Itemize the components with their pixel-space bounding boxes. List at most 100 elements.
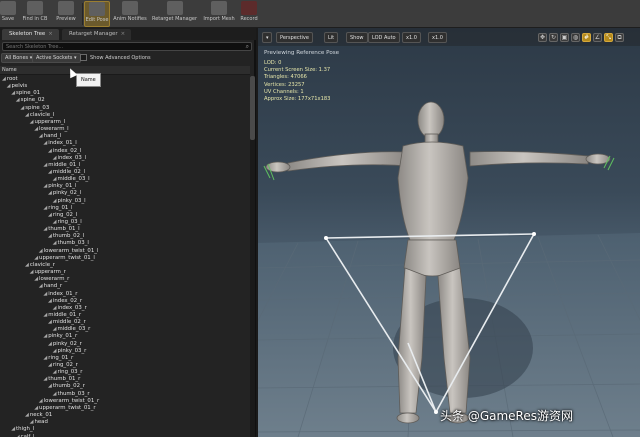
bone-row-pinky-01-r[interactable]: ◢pinky_01_r	[43, 333, 77, 340]
import-mesh-button[interactable]: Import Mesh	[202, 1, 236, 27]
bone-row-hand-l[interactable]: ◢hand_l	[39, 133, 62, 140]
viewport[interactable]: ▾ Perspective Lit Show LOD Auto x1.0 x1.…	[258, 28, 640, 437]
lod-button[interactable]: LOD Auto	[368, 32, 400, 43]
expand-arrow-icon[interactable]: ◢	[39, 248, 43, 254]
grid-snap-icon[interactable]: #	[582, 33, 591, 42]
expand-arrow-icon[interactable]: ◢	[48, 383, 52, 389]
bone-row-neck-01[interactable]: ◢neck_01	[25, 412, 52, 419]
expand-arrow-icon[interactable]: ◢	[53, 240, 57, 246]
joint-marker[interactable]	[324, 236, 328, 240]
bone-row-ring-03-r[interactable]: ◢ring_03_r	[53, 369, 83, 376]
bone-row-upperarm-r[interactable]: ◢upperarm_r	[30, 269, 66, 276]
bone-row-middle-01-l[interactable]: ◢middle_01_l	[43, 162, 80, 169]
expand-arrow-icon[interactable]: ◢	[43, 376, 47, 382]
rotation-snap-icon[interactable]: ∠	[593, 33, 602, 42]
bone-row-index-01-l[interactable]: ◢index_01_l	[43, 140, 76, 147]
bone-row-thumb-01-l[interactable]: ◢thumb_01_l	[43, 226, 79, 233]
move-icon[interactable]: ✥	[538, 33, 547, 42]
bone-row-index-03-r[interactable]: ◢index_03_r	[53, 305, 87, 312]
show-button[interactable]: Show	[346, 32, 368, 43]
expand-arrow-icon[interactable]: ◢	[25, 412, 29, 418]
bones-filter-dropdown[interactable]: All Bones ▾	[1, 53, 37, 63]
expand-arrow-icon[interactable]: ◢	[48, 148, 52, 154]
expand-arrow-icon[interactable]: ◢	[48, 298, 52, 304]
expand-arrow-icon[interactable]: ◢	[43, 312, 47, 318]
save-button[interactable]: Save	[0, 1, 16, 27]
expand-arrow-icon[interactable]: ◢	[16, 434, 20, 437]
bone-row-spine-01[interactable]: ◢spine_01	[11, 90, 40, 97]
scale-snap-icon[interactable]: ⤡	[604, 33, 613, 42]
expand-arrow-icon[interactable]: ◢	[30, 119, 34, 125]
bone-row-index-01-r[interactable]: ◢index_01_r	[43, 291, 77, 298]
bone-row-pinky-02-l[interactable]: ◢pinky_02_l	[48, 190, 81, 197]
expand-arrow-icon[interactable]: ◢	[48, 319, 52, 325]
skeleton-search-input[interactable]	[3, 43, 251, 51]
expand-arrow-icon[interactable]: ◢	[53, 326, 57, 332]
expand-arrow-icon[interactable]: ◢	[48, 362, 52, 368]
bone-row-ring-02-r[interactable]: ◢ring_02_r	[48, 362, 78, 369]
expand-arrow-icon[interactable]: ◢	[39, 133, 43, 139]
scrollbar-thumb[interactable]	[250, 76, 255, 140]
name-column-header[interactable]: Name	[0, 66, 250, 75]
tab-retarget-manager[interactable]: Retarget Manager ×	[62, 29, 132, 40]
bone-row-ring-01-r[interactable]: ◢ring_01_r	[43, 355, 73, 362]
joint-marker[interactable]	[434, 410, 438, 414]
bone-row-middle-03-r[interactable]: ◢middle_03_r	[53, 326, 91, 333]
bone-row-index-03-l[interactable]: ◢index_03_l	[53, 155, 86, 162]
bone-row-pelvis[interactable]: ◢pelvis	[7, 83, 28, 90]
expand-arrow-icon[interactable]: ◢	[11, 426, 15, 432]
bone-row-index-02-r[interactable]: ◢index_02_r	[48, 298, 82, 305]
world-space-icon[interactable]: ◍	[571, 33, 580, 42]
expand-arrow-icon[interactable]: ◢	[43, 333, 47, 339]
rotate-icon[interactable]: ↻	[549, 33, 558, 42]
retarget-manager-button[interactable]: Retarget Manager	[152, 1, 197, 27]
bone-row-thumb-02-r[interactable]: ◢thumb_02_r	[48, 383, 85, 390]
expand-arrow-icon[interactable]: ◢	[7, 83, 11, 89]
record-button[interactable]: Record	[239, 1, 259, 27]
expand-arrow-icon[interactable]: ◢	[2, 76, 6, 82]
viewport-options-button[interactable]: ▾	[262, 32, 272, 43]
expand-arrow-icon[interactable]: ◢	[25, 262, 29, 268]
expand-arrow-icon[interactable]: ◢	[48, 341, 52, 347]
bone-row-ring-03-l[interactable]: ◢ring_03_l	[53, 219, 82, 226]
close-icon[interactable]: ×	[48, 31, 53, 37]
bone-row-spine-02[interactable]: ◢spine_02	[16, 97, 45, 104]
scale-icon[interactable]: ▣	[560, 33, 569, 42]
expand-arrow-icon[interactable]: ◢	[53, 391, 57, 397]
expand-arrow-icon[interactable]: ◢	[20, 105, 24, 111]
bone-row-thumb-01-r[interactable]: ◢thumb_01_r	[43, 376, 80, 383]
expand-arrow-icon[interactable]: ◢	[53, 369, 57, 375]
perspective-button[interactable]: Perspective	[276, 32, 313, 43]
bone-row-calf-l[interactable]: ◢calf_l	[16, 434, 35, 437]
bone-row-middle-03-l[interactable]: ◢middle_03_l	[53, 176, 90, 183]
expand-arrow-icon[interactable]: ◢	[53, 155, 57, 161]
sockets-filter-dropdown[interactable]: Active Sockets ▾	[32, 53, 81, 63]
show-advanced-checkbox[interactable]	[80, 54, 87, 61]
bone-row-clavicle-l[interactable]: ◢clavicle_l	[25, 112, 54, 119]
expand-arrow-icon[interactable]: ◢	[43, 162, 47, 168]
bone-row-pinky-03-r[interactable]: ◢pinky_03_r	[53, 348, 87, 355]
expand-arrow-icon[interactable]: ◢	[39, 398, 43, 404]
expand-arrow-icon[interactable]: ◢	[16, 97, 20, 103]
bone-row-lowerarm-l[interactable]: ◢lowerarm_l	[34, 126, 68, 133]
expand-arrow-icon[interactable]: ◢	[34, 405, 38, 411]
close-icon[interactable]: ×	[121, 31, 126, 37]
expand-arrow-icon[interactable]: ◢	[34, 255, 38, 261]
bone-row-clavicle-r[interactable]: ◢clavicle_r	[25, 262, 55, 269]
bone-row-head[interactable]: ◢head	[30, 419, 48, 426]
camera-speed-button[interactable]: x1.0	[428, 32, 447, 43]
bone-row-ring-01-l[interactable]: ◢ring_01_l	[43, 205, 72, 212]
joint-marker[interactable]	[532, 232, 536, 236]
bone-row-pinky-01-l[interactable]: ◢pinky_01_l	[43, 183, 76, 190]
bone-row-ring-02-l[interactable]: ◢ring_02_l	[48, 212, 77, 219]
bone-row-thumb-03-r[interactable]: ◢thumb_03_r	[53, 391, 90, 398]
bone-row-thumb-03-l[interactable]: ◢thumb_03_l	[53, 240, 89, 247]
tree-scrollbar[interactable]	[250, 76, 255, 437]
expand-arrow-icon[interactable]: ◢	[43, 291, 47, 297]
bone-row-index-02-l[interactable]: ◢index_02_l	[48, 148, 81, 155]
expand-arrow-icon[interactable]: ◢	[43, 226, 47, 232]
bone-row-lowerarm-twist-01-r[interactable]: ◢lowerarm_twist_01_r	[39, 398, 99, 405]
bone-row-lowerarm-r[interactable]: ◢lowerarm_r	[34, 276, 69, 283]
expand-arrow-icon[interactable]: ◢	[53, 176, 57, 182]
expand-arrow-icon[interactable]: ◢	[43, 140, 47, 146]
